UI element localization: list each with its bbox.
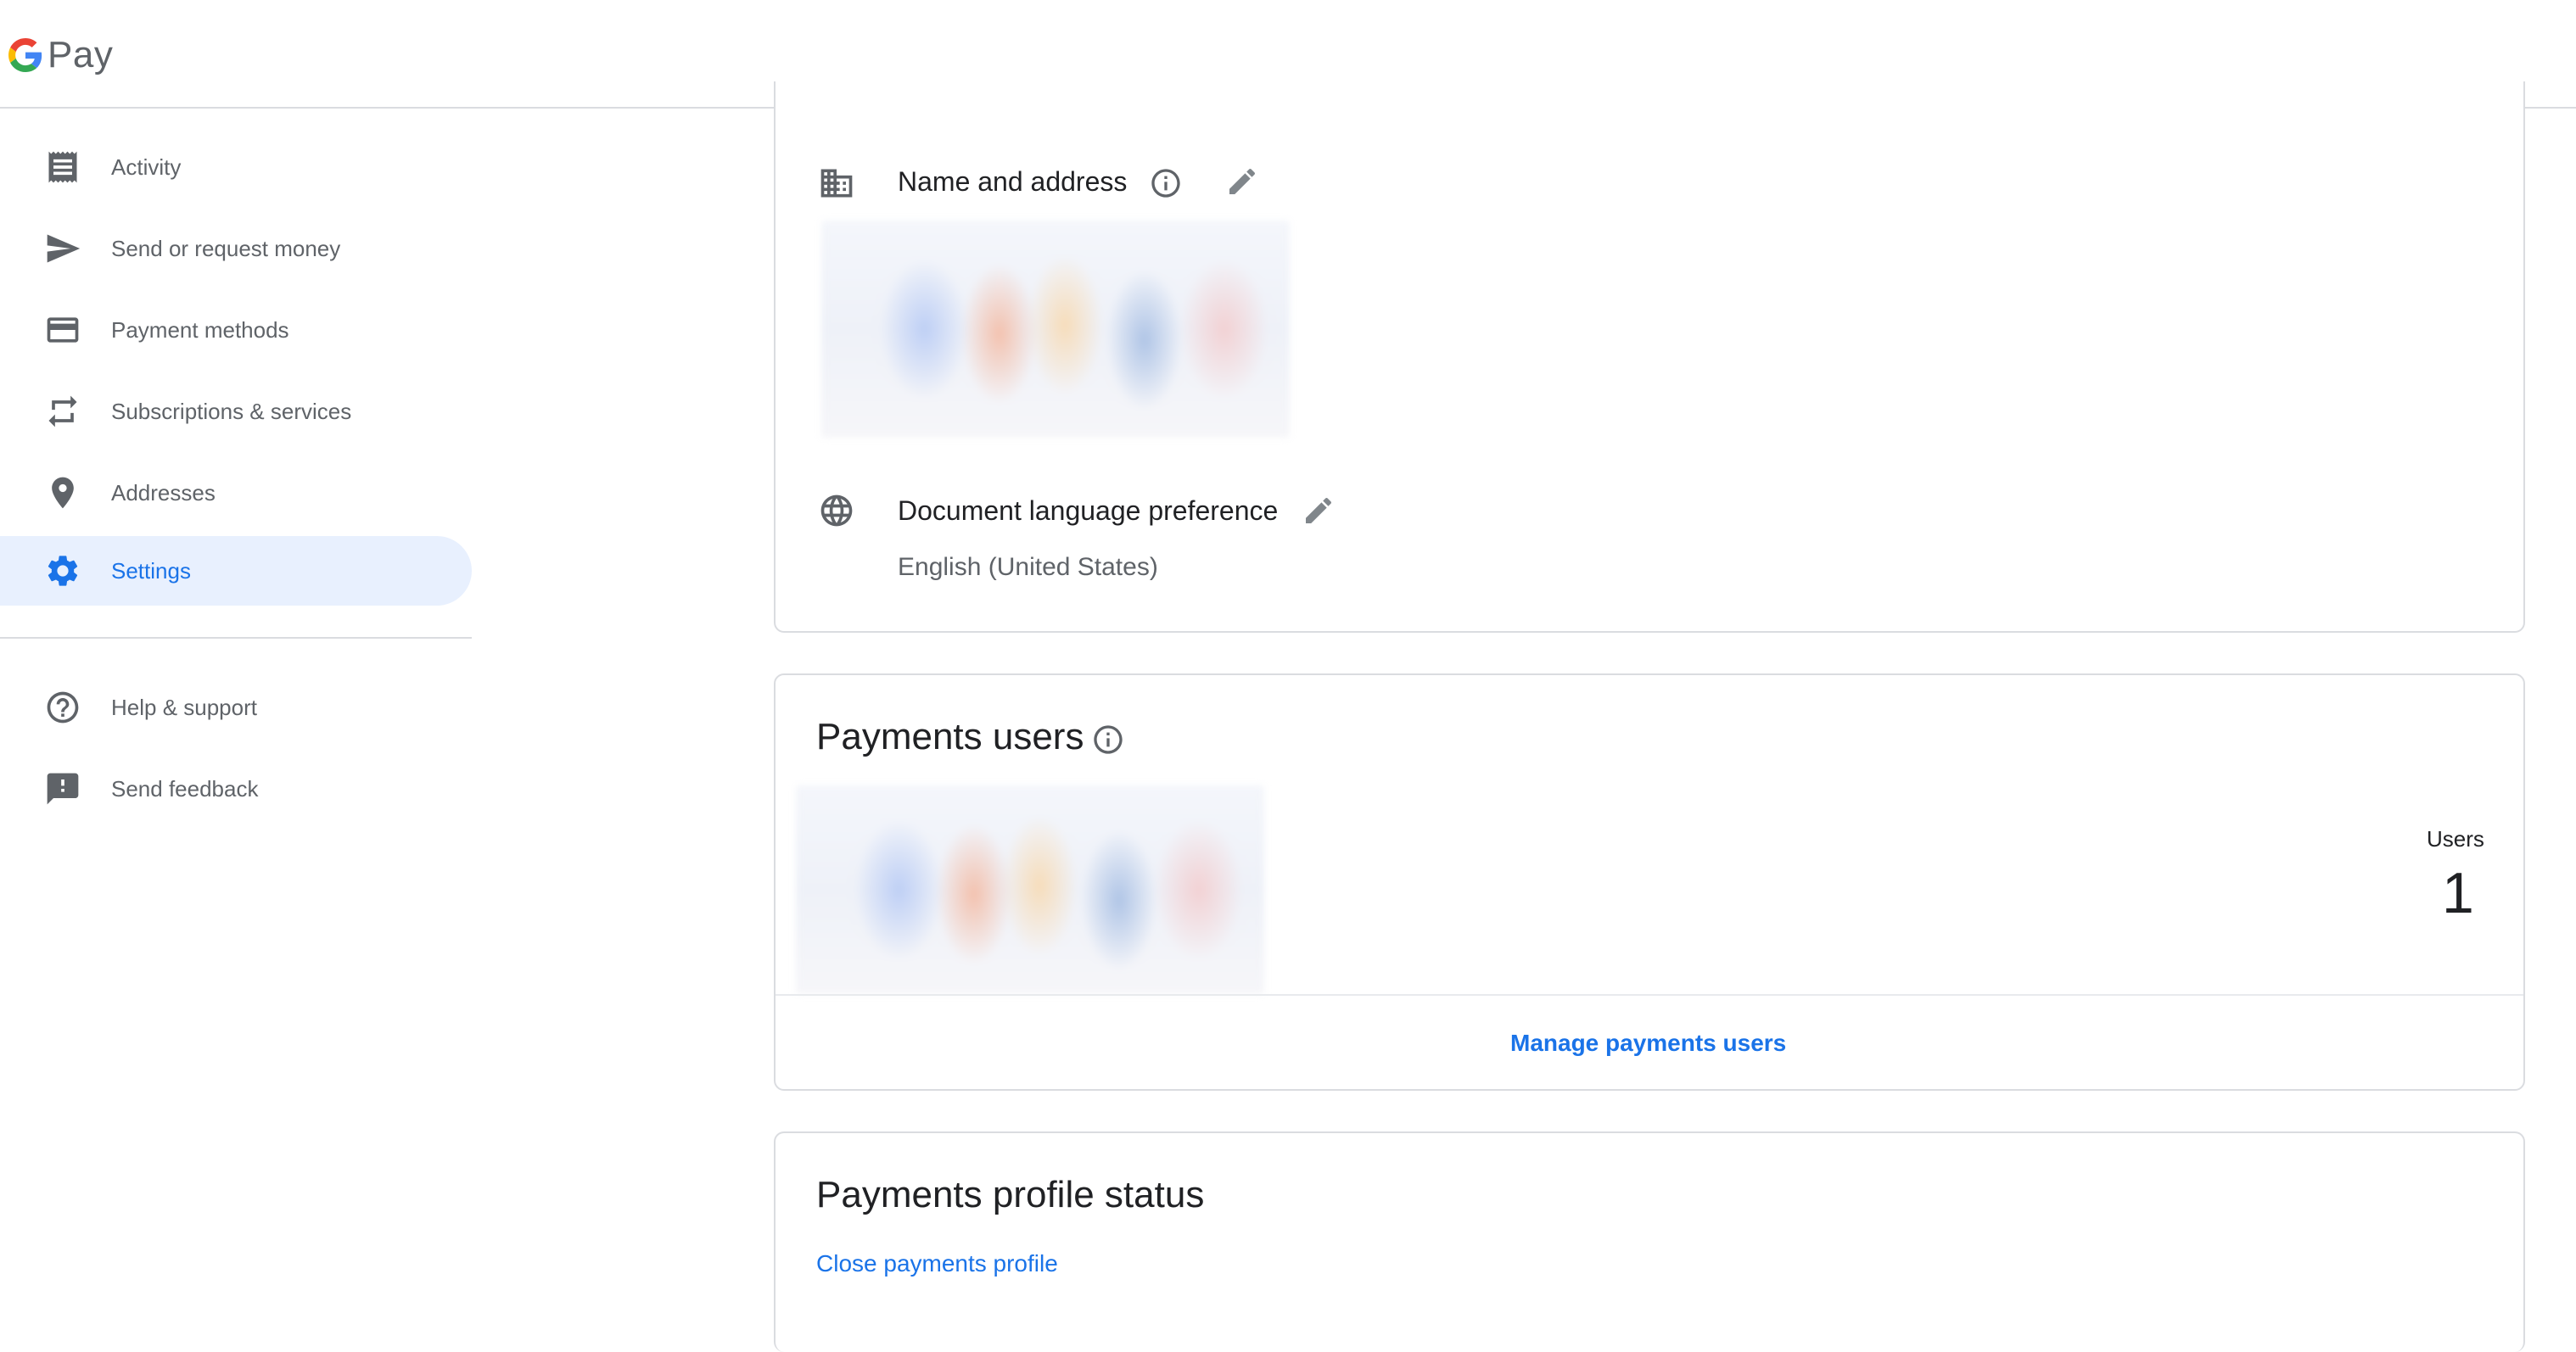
pay-wordmark: Pay [48,34,114,75]
sidebar-item-label: Help & support [111,694,257,720]
info-icon[interactable] [1091,723,1125,757]
sidebar-item-label: Addresses [111,479,216,506]
sidebar-item-help[interactable]: Help & support [0,673,472,742]
edit-language-pencil-icon[interactable] [1302,494,1336,528]
payments-profile-status-card: Payments profile status Close payments p… [774,1131,2525,1352]
credit-card-icon [44,311,81,349]
close-payments-profile-link[interactable]: Close payments profile [816,1250,1058,1277]
google-pay-logo[interactable]: Pay [8,34,113,76]
card-divider [776,994,2523,996]
sidebar-item-label: Send or request money [111,235,341,261]
document-language-value: English (United States) [898,553,1158,581]
sidebar-item-activity[interactable]: Activity [0,132,472,202]
location-pin-icon [44,474,81,511]
sidebar-item-label: Settings [111,557,191,584]
payments-users-redacted-block [796,785,1264,994]
sidebar-item-subscriptions[interactable]: Subscriptions & services [0,377,472,446]
sidebar-item-send-money[interactable]: Send or request money [0,214,472,283]
sidebar-item-label: Payment methods [111,316,289,343]
sidebar-item-payment-methods[interactable]: Payment methods [0,295,472,365]
sidebar-item-label: Send feedback [111,775,259,802]
sidebar-item-label: Activity [111,154,182,180]
info-icon[interactable] [1149,166,1183,200]
name-address-redacted-block [821,221,1290,438]
repeat-icon [44,393,81,430]
profile-details-card: Name and address Document language prefe… [774,81,2525,633]
google-g-icon [8,38,42,72]
profile-status-title: Payments profile status [816,1174,1205,1215]
send-icon [44,230,81,267]
feedback-icon [44,770,81,807]
gear-icon [44,552,81,589]
name-and-address-title: Name and address [898,166,1128,197]
payments-users-title: Payments users [816,716,1084,757]
users-count-label: Users [2427,826,2484,852]
document-language-title: Document language preference [898,495,1279,526]
users-count-value: 1 [2442,861,2474,925]
help-icon [44,689,81,726]
building-icon [818,165,855,202]
globe-icon [818,492,855,529]
payments-users-card: Payments users Users 1 Manage payments u… [774,673,2525,1091]
sidebar-item-settings[interactable]: Settings [0,536,472,606]
edit-name-address-pencil-icon[interactable] [1225,165,1259,198]
sidebar-item-label: Subscriptions & services [111,398,352,424]
sidebar-divider [0,637,472,639]
manage-payments-users-link[interactable]: Manage payments users [1510,1030,1786,1057]
sidebar-item-feedback[interactable]: Send feedback [0,754,472,824]
receipt-icon [44,148,81,186]
sidebar-item-addresses[interactable]: Addresses [0,458,472,528]
